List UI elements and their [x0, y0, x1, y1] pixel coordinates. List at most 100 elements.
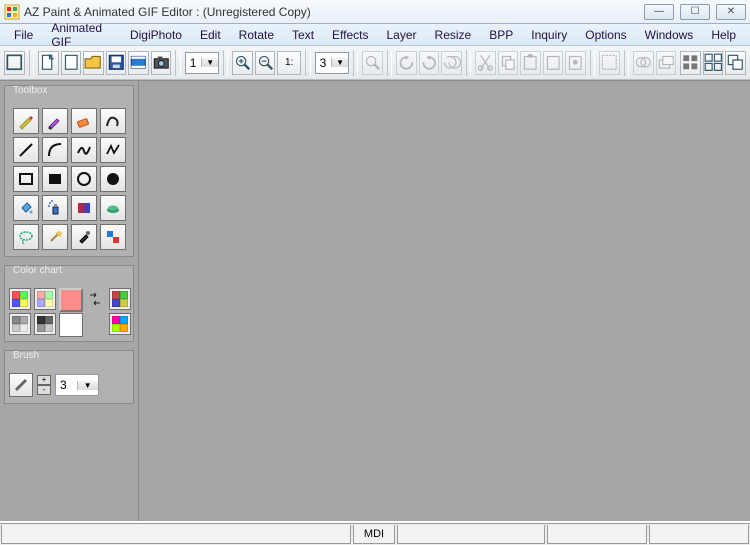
palette-cell-6[interactable] [109, 313, 131, 335]
stepper-up-icon[interactable]: + [37, 375, 51, 385]
paste-button[interactable] [520, 51, 541, 75]
copy-button[interactable] [498, 51, 519, 75]
status-cell-b [547, 525, 647, 544]
grid-a-button[interactable] [680, 51, 701, 75]
blend-button[interactable] [633, 51, 654, 75]
close-button[interactable]: ✕ [716, 4, 746, 20]
pencil-tool[interactable] [13, 108, 39, 134]
spray-tool[interactable] [42, 195, 68, 221]
minimize-button[interactable]: — [644, 4, 674, 20]
canvas-area[interactable] [138, 81, 750, 521]
stepper-down-icon[interactable]: - [37, 385, 51, 395]
background-color-swatch[interactable] [59, 313, 83, 337]
zoom-in-button[interactable] [232, 51, 253, 75]
menu-text[interactable]: Text [284, 26, 322, 44]
menu-help[interactable]: Help [703, 26, 744, 44]
brush-panel: Brush + - 3▼ [4, 350, 134, 404]
chevron-down-icon: ▼ [77, 381, 99, 390]
magnifier-button[interactable] [362, 51, 383, 75]
separator [175, 50, 180, 76]
separator [305, 50, 310, 76]
menu-bar: File Animated GIF DigiPhoto Edit Rotate … [0, 24, 750, 46]
line-tool[interactable] [13, 137, 39, 163]
curve-tool[interactable] [42, 137, 68, 163]
status-cell-mode: MDI [353, 525, 395, 544]
gradient-tool[interactable] [71, 195, 97, 221]
menu-layer[interactable]: Layer [379, 26, 425, 44]
brush-tool[interactable] [42, 108, 68, 134]
rectangle-fill-tool[interactable] [42, 166, 68, 192]
separator [387, 50, 392, 76]
clipboard-a-button[interactable] [543, 51, 564, 75]
menu-rotate[interactable]: Rotate [231, 26, 282, 44]
status-cell-a [397, 525, 545, 544]
open-file-button[interactable] [83, 51, 104, 75]
polyline-tool[interactable] [100, 137, 126, 163]
menu-windows[interactable]: Windows [637, 26, 702, 44]
lasso-select-tool[interactable] [13, 224, 39, 250]
zoom2-dropdown[interactable]: 3▼ [315, 52, 349, 74]
undo-button[interactable] [396, 51, 417, 75]
menu-edit[interactable]: Edit [192, 26, 229, 44]
new-file-button[interactable] [38, 51, 59, 75]
menu-inquiry[interactable]: Inquiry [523, 26, 575, 44]
brush-legend: Brush [11, 350, 41, 361]
brush-size-stepper[interactable]: + - [37, 375, 51, 395]
spline-tool[interactable] [71, 137, 97, 163]
eyedropper-tool[interactable] [71, 224, 97, 250]
new-whole-image-button[interactable] [4, 51, 25, 75]
zoom1-dropdown[interactable]: 1▼ [185, 52, 219, 74]
zoom2-value: 3 [316, 56, 332, 70]
eraser-tool[interactable] [71, 108, 97, 134]
menu-animated-gif[interactable]: Animated GIF [43, 19, 120, 51]
color-swap-tool[interactable] [100, 224, 126, 250]
layer-stack-button[interactable] [656, 51, 677, 75]
menu-options[interactable]: Options [577, 26, 634, 44]
zoom-ratio-button[interactable]: 1: [277, 51, 301, 75]
menu-bpp[interactable]: BPP [481, 26, 521, 44]
zoom-out-button[interactable] [255, 51, 276, 75]
separator [353, 50, 358, 76]
palette-cell-3[interactable] [109, 288, 131, 310]
save-file-button[interactable] [106, 51, 127, 75]
app-icon [4, 4, 20, 20]
redo-all-button[interactable] [441, 51, 462, 75]
tile-windows-button[interactable] [703, 51, 724, 75]
menu-digiphoto[interactable]: DigiPhoto [122, 26, 190, 44]
palette-cell-1[interactable] [9, 288, 31, 310]
cut-button[interactable] [475, 51, 496, 75]
clipboard-b-button[interactable] [565, 51, 586, 75]
ellipse-fill-tool[interactable] [100, 166, 126, 192]
window-title: AZ Paint & Animated GIF Editor : (Unregi… [24, 5, 644, 19]
status-cell-c [649, 525, 749, 544]
cascade-windows-button[interactable] [725, 51, 746, 75]
palette-cell-2[interactable] [34, 288, 56, 310]
zoom1-value: 1 [186, 56, 202, 70]
brush-size-value: 3 [56, 378, 77, 392]
fill-bucket-tool[interactable] [13, 195, 39, 221]
film-strip-button[interactable] [128, 51, 149, 75]
status-bar: MDI [0, 523, 750, 545]
ellipse-outline-tool[interactable] [71, 166, 97, 192]
menu-file[interactable]: File [6, 26, 41, 44]
smudge-tool[interactable] [100, 195, 126, 221]
rectangle-outline-tool[interactable] [13, 166, 39, 192]
palette-cell-5[interactable] [34, 313, 56, 335]
foreground-color-swatch[interactable] [59, 288, 83, 312]
magic-wand-tool[interactable] [42, 224, 68, 250]
freehand-shape-tool[interactable] [100, 108, 126, 134]
chevron-down-icon: ▼ [201, 58, 218, 67]
zoom-ratio-label: 1: [285, 57, 293, 68]
brush-shape-button[interactable] [9, 373, 33, 397]
maximize-button[interactable]: ☐ [680, 4, 710, 20]
new-blank-button[interactable] [61, 51, 82, 75]
camera-button[interactable] [151, 51, 172, 75]
brush-size-dropdown[interactable]: 3▼ [55, 374, 99, 396]
swap-colors-icon[interactable] [84, 288, 106, 310]
window-controls: — ☐ ✕ [644, 4, 746, 20]
selection-button[interactable] [599, 51, 620, 75]
menu-effects[interactable]: Effects [324, 26, 376, 44]
palette-cell-4[interactable] [9, 313, 31, 335]
redo-button[interactable] [419, 51, 440, 75]
menu-resize[interactable]: Resize [427, 26, 480, 44]
